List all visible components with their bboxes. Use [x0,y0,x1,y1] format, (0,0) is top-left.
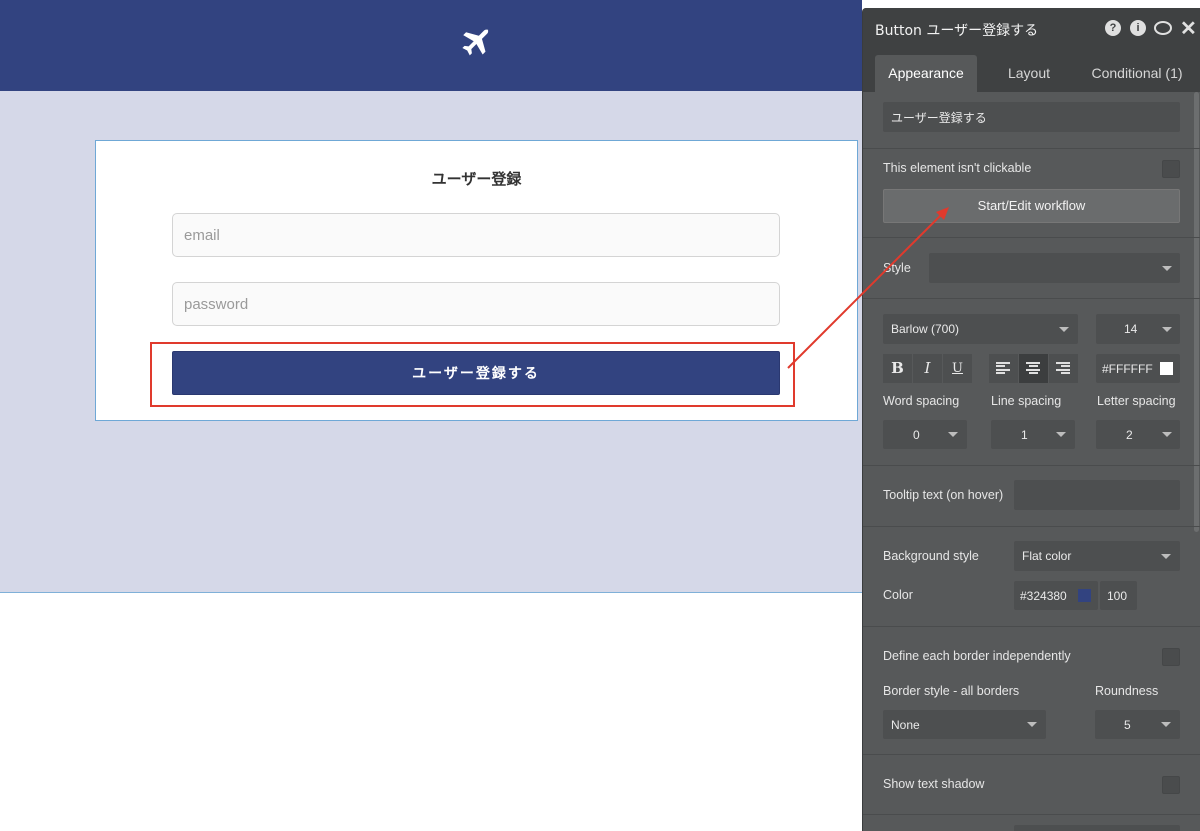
chevron-down-icon [1161,722,1171,727]
chevron-down-icon [1162,327,1172,332]
font-color-swatch[interactable] [1160,362,1173,375]
email-input[interactable] [172,213,780,257]
background-style-dropdown[interactable]: Flat color [1014,541,1180,571]
font-family-value: Barlow (700) [891,322,960,336]
not-clickable-checkbox[interactable] [1162,160,1180,178]
border-independent-label: Define each border independently [883,649,1071,663]
line-spacing-value: 1 [1021,427,1028,442]
tab-layout[interactable]: Layout [989,55,1069,92]
chevron-down-icon [948,432,958,437]
info-icon[interactable]: i [1130,20,1146,36]
background-color-field[interactable]: #324380 [1014,581,1098,610]
chevron-down-icon [1162,432,1172,437]
property-editor-panel: Button ユーザー登録する ? i ✕ Appearance Layout … [862,8,1200,831]
tab-appearance[interactable]: Appearance [875,55,977,92]
divider [863,237,1200,238]
divider [863,148,1200,149]
divider [863,526,1200,527]
border-style-dropdown[interactable]: None [883,710,1046,739]
panel-tabs: Appearance Layout Conditional (1) [863,47,1200,92]
align-left-button[interactable] [989,354,1018,383]
font-color-value: #FFFFFF [1102,361,1153,376]
letter-spacing-dropdown[interactable]: 2 [1096,420,1180,449]
chevron-down-icon [1027,722,1037,727]
panel-scrollbar[interactable] [1194,92,1199,532]
divider [863,814,1200,815]
tooltip-input[interactable] [1014,480,1180,510]
divider [863,626,1200,627]
panel-title: Button ユーザー登録する [875,23,1039,39]
italic-button[interactable]: I [913,354,942,383]
background-color-value: #324380 [1020,588,1067,603]
password-input[interactable] [172,282,780,326]
text-shadow-checkbox[interactable] [1162,776,1180,794]
background-color-label: Color [883,588,913,602]
font-color-field[interactable]: #FFFFFF [1096,354,1180,383]
app-header [0,0,862,91]
letter-spacing-label: Letter spacing [1097,394,1176,408]
style-dropdown[interactable] [929,253,1180,283]
start-edit-workflow-button[interactable]: Start/Edit workflow [883,189,1180,223]
divider [863,465,1200,466]
text-shadow-label: Show text shadow [883,777,985,791]
word-spacing-dropdown[interactable]: 0 [883,420,967,449]
signup-submit-button[interactable]: ユーザー登録する [172,351,780,395]
align-right-icon [1056,362,1070,375]
panel-titlebar[interactable]: Button ユーザー登録する ? i ✕ [863,8,1200,47]
button-text-value: ユーザー登録する [891,110,987,125]
line-spacing-label: Line spacing [991,394,1062,408]
airplane-icon [462,28,489,56]
form-title: ユーザー登録 [431,170,522,188]
roundness-dropdown[interactable]: 5 [1095,710,1180,739]
background-style-label: Background style [883,549,979,563]
letter-spacing-value: 2 [1126,427,1133,442]
button-text-field[interactable]: ユーザー登録する [883,102,1180,132]
chevron-down-icon [1161,554,1171,559]
align-center-button[interactable] [1019,354,1048,383]
word-spacing-value: 0 [913,427,920,442]
border-independent-checkbox[interactable] [1162,648,1180,666]
border-style-label: Border style - all borders [883,684,1020,698]
tooltip-label: Tooltip text (on hover) [883,488,1004,502]
chevron-down-icon [1162,266,1172,271]
divider [863,298,1200,299]
background-color-swatch[interactable] [1078,589,1091,602]
bold-button[interactable]: B [883,354,912,383]
roundness-label: Roundness [1095,684,1159,698]
font-size-value: 14 [1124,322,1138,336]
line-spacing-dropdown[interactable]: 1 [991,420,1075,449]
divider [863,754,1200,755]
chevron-down-icon [1056,432,1066,437]
align-right-button[interactable] [1049,354,1078,383]
align-center-icon [1026,362,1040,375]
align-left-icon [996,362,1010,375]
roundness-value: 5 [1124,717,1131,732]
background-opacity-value: 100 [1107,588,1128,603]
font-family-dropdown[interactable]: Barlow (700) [883,314,1078,344]
tab-conditional[interactable]: Conditional (1) [1081,55,1193,92]
border-style-value: None [891,717,920,732]
background-opacity-field[interactable]: 100 [1100,581,1137,610]
help-icon[interactable]: ? [1105,20,1121,36]
comment-icon[interactable] [1154,21,1172,35]
not-clickable-label: This element isn't clickable [883,161,1032,175]
font-size-dropdown[interactable]: 14 [1096,314,1180,344]
word-spacing-label: Word spacing [883,394,960,408]
close-icon[interactable]: ✕ [1180,16,1197,41]
background-style-value: Flat color [1022,549,1072,563]
chevron-down-icon [1059,327,1069,332]
partial-field[interactable] [1014,825,1180,831]
style-label: Style [883,261,911,275]
underline-button[interactable]: U [943,354,972,383]
